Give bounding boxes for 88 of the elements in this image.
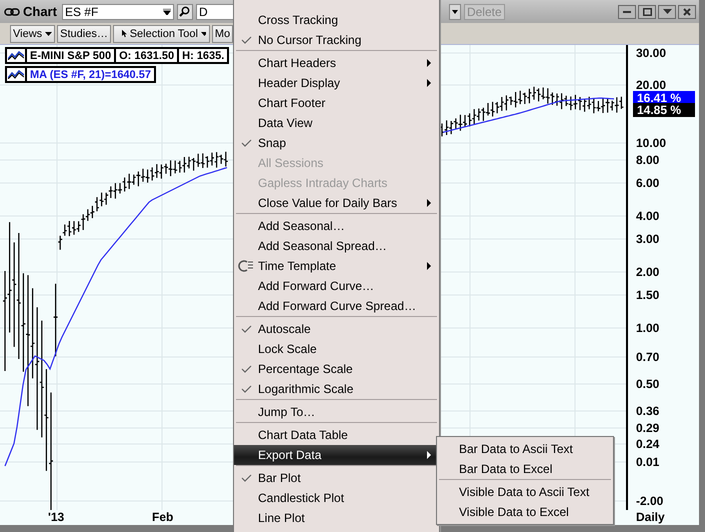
- dropdown-arrow-icon: [662, 9, 672, 14]
- chain-link-icon: [4, 8, 20, 16]
- toolbar-button[interactable]: Mo: [212, 24, 234, 42]
- y-axis-label: 0.50: [636, 377, 660, 391]
- maximize-icon: [642, 8, 652, 16]
- study-label: MA (ES #F, 21)=1640.57: [25, 66, 156, 83]
- chart-header-field: H: 1635.: [177, 47, 230, 64]
- menu-item[interactable]: Add Seasonal Spread…: [234, 236, 439, 256]
- window-title: Chart: [23, 4, 57, 19]
- y-axis-label: 3.00: [636, 232, 660, 246]
- y-axis-label: 0.36: [636, 404, 660, 418]
- submenu-arrow-icon: [427, 59, 431, 67]
- menu-item[interactable]: Export Data: [234, 445, 439, 465]
- y-axis-label: 4.00: [636, 209, 660, 223]
- menu-item[interactable]: Bar Data to Ascii Text: [437, 439, 613, 459]
- y-axis-label: 10.00: [636, 136, 666, 150]
- menu-item[interactable]: Chart Footer: [234, 93, 439, 113]
- y-axis-label: -2.00: [636, 494, 664, 508]
- dropdown-arrow-icon: [201, 32, 206, 36]
- y-axis-label: 2.00: [636, 265, 660, 279]
- y-axis-label: 6.00: [636, 176, 660, 190]
- chart-header-field: O: 1631.50: [114, 47, 180, 64]
- menu-item[interactable]: Data View: [234, 113, 439, 133]
- submenu-arrow-icon: [427, 262, 431, 270]
- menu-item[interactable]: Bar Plot: [234, 468, 439, 488]
- dropdown-arrow-icon: [162, 8, 171, 14]
- x-axis-label: '13: [48, 510, 64, 524]
- y-axis-label: 0.01: [636, 455, 660, 469]
- dropdown-button[interactable]: [448, 4, 461, 20]
- maximize-button[interactable]: [638, 4, 656, 18]
- y-axis-label: 30.00: [636, 46, 666, 60]
- dropdown-arrow-icon: [45, 32, 52, 36]
- y-axis-label: 1.50: [636, 288, 660, 302]
- menu-item[interactable]: Candlestick Plot: [234, 488, 439, 508]
- y-axis-label: 8.00: [636, 153, 660, 167]
- toolbar-button[interactable]: Studies…: [57, 24, 111, 42]
- toolbar-button[interactable]: Views: [10, 24, 56, 42]
- menu-item[interactable]: Snap: [234, 133, 439, 153]
- y-axis-label: 0.29: [636, 421, 660, 435]
- close-icon: [683, 8, 691, 16]
- x-axis-label: Feb: [152, 510, 174, 524]
- menu-item[interactable]: Logarithmic Scale: [234, 379, 439, 399]
- check-icon: [241, 385, 252, 394]
- menu-item[interactable]: Add Forward Curve Spread…: [234, 296, 439, 316]
- menu-item[interactable]: Add Seasonal…: [234, 216, 439, 236]
- check-icon: [241, 325, 252, 334]
- chart-icon: [8, 51, 24, 60]
- submenu-arrow-icon: [427, 79, 431, 87]
- interval-label: Daily: [636, 510, 665, 524]
- menu-item[interactable]: Header Display: [234, 73, 439, 93]
- y-axis-label: 0.70: [636, 350, 660, 364]
- pointer-icon: [122, 28, 127, 39]
- check-icon: [241, 36, 252, 45]
- menu-item[interactable]: Percentage Scale: [234, 359, 439, 379]
- y-axis-label: 0.24: [636, 437, 660, 451]
- search-button[interactable]: [176, 4, 193, 20]
- chart-header-field: E-MINI S&P 500: [25, 47, 116, 64]
- submenu-arrow-icon: [427, 199, 431, 207]
- clock-list-icon: [238, 259, 254, 273]
- menu-item[interactable]: Bar Data to Excel: [437, 459, 613, 479]
- toolbar-button[interactable]: Selection Tool: [112, 24, 210, 42]
- menu-item[interactable]: Visible Data to Excel: [437, 502, 613, 522]
- chart-icon: [8, 70, 24, 79]
- minimize-button[interactable]: [618, 4, 636, 18]
- price-badge: 14.85 %: [633, 103, 695, 117]
- dropdown-arrow-icon: [452, 10, 458, 14]
- menu-item[interactable]: Autoscale: [234, 319, 439, 339]
- check-icon: [241, 139, 252, 148]
- menu-item[interactable]: Time Template: [234, 256, 439, 276]
- menu-item[interactable]: Lock Scale: [234, 339, 439, 359]
- close-button[interactable]: [678, 4, 696, 18]
- menu-button[interactable]: [658, 4, 676, 18]
- menu-item[interactable]: Chart Data Table: [234, 425, 439, 445]
- menu-item[interactable]: Close Value for Daily Bars: [234, 193, 439, 213]
- minimize-icon: [623, 10, 631, 12]
- check-icon: [241, 365, 252, 374]
- symbol-field[interactable]: ES #F: [62, 4, 174, 20]
- menu-item[interactable]: Line Plot: [234, 508, 439, 528]
- y-axis-label: 20.00: [636, 78, 666, 92]
- menu-item[interactable]: Add Forward Curve…: [234, 276, 439, 296]
- submenu-arrow-icon: [427, 451, 431, 459]
- menu-item[interactable]: Jump To…: [234, 402, 439, 422]
- search-icon: [179, 6, 190, 17]
- menu-item[interactable]: Visible Data to Ascii Text: [437, 482, 613, 502]
- menu-item[interactable]: Chart Headers: [234, 53, 439, 73]
- y-axis-label: 1.00: [636, 321, 660, 335]
- menu-item[interactable]: No Cursor Tracking: [234, 30, 439, 50]
- check-icon: [241, 474, 252, 483]
